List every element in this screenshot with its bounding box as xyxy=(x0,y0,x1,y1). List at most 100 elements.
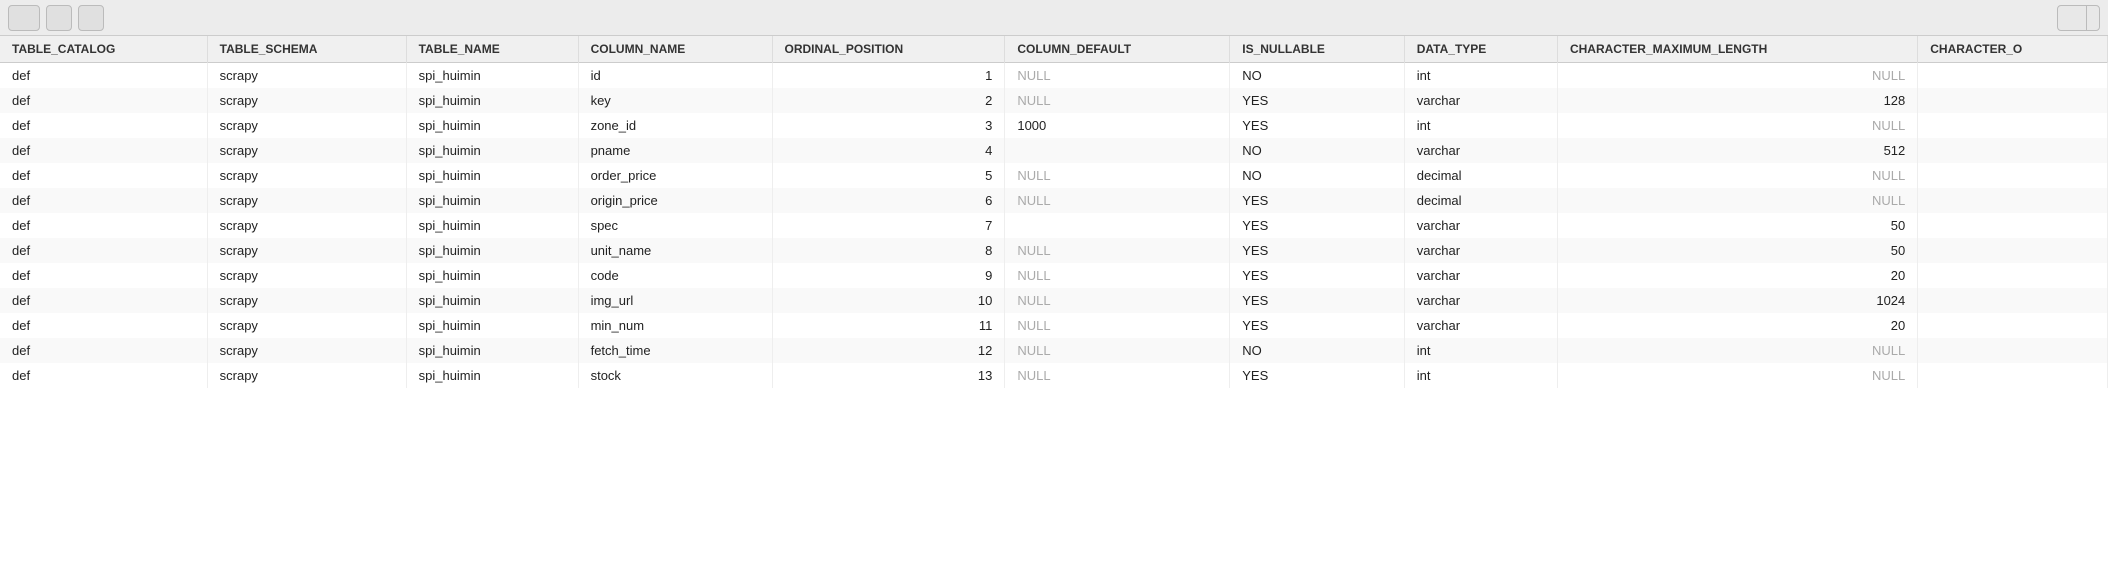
table-cell: fetch_time xyxy=(578,338,772,363)
table-cell: key xyxy=(578,88,772,113)
table-cell: 10 xyxy=(772,288,1005,313)
table-cell: def xyxy=(0,113,207,138)
table-cell: YES xyxy=(1230,238,1404,263)
table-cell: NULL xyxy=(1557,163,1917,188)
table-row[interactable]: defscrapyspi_huiminfetch_time12NULLNOint… xyxy=(0,338,2108,363)
table-cell: 1000 xyxy=(1005,113,1230,138)
table-cell: def xyxy=(0,338,207,363)
table-cell: scrapy xyxy=(207,163,406,188)
table-row[interactable]: defscrapyspi_huiminkey2NULLYESvarchar128 xyxy=(0,88,2108,113)
table-cell: int xyxy=(1404,363,1557,388)
table-cell: id xyxy=(578,63,772,89)
table-cell: YES xyxy=(1230,288,1404,313)
table-cell: int xyxy=(1404,338,1557,363)
run-selection-dropdown-button[interactable] xyxy=(2086,6,2099,30)
column-header-is-nullable: IS_NULLABLE xyxy=(1230,36,1404,63)
table-cell: int xyxy=(1404,63,1557,89)
table-cell: def xyxy=(0,263,207,288)
table-cell: scrapy xyxy=(207,288,406,313)
table-cell: spi_huimin xyxy=(406,213,578,238)
table-cell: 12 xyxy=(772,338,1005,363)
table-row[interactable]: defscrapyspi_huiminmin_num11NULLYESvarch… xyxy=(0,313,2108,338)
table-cell: varchar xyxy=(1404,313,1557,338)
table-cell: unit_name xyxy=(578,238,772,263)
table-cell: spi_huimin xyxy=(406,163,578,188)
table-cell: decimal xyxy=(1404,188,1557,213)
table-cell: YES xyxy=(1230,188,1404,213)
table-cell: varchar xyxy=(1404,263,1557,288)
table-cell: spi_huimin xyxy=(406,188,578,213)
table-cell: spi_huimin xyxy=(406,88,578,113)
run-selection-button[interactable] xyxy=(2057,5,2100,31)
table-cell xyxy=(1918,63,2108,89)
table-cell xyxy=(1918,188,2108,213)
table-cell xyxy=(1918,213,2108,238)
table-cell xyxy=(1918,138,2108,163)
table-cell: varchar xyxy=(1404,288,1557,313)
query-history-button[interactable] xyxy=(78,5,104,31)
query-favorites-button[interactable] xyxy=(46,5,72,31)
table-cell: 2 xyxy=(772,88,1005,113)
table-cell: spi_huimin xyxy=(406,113,578,138)
column-header-table-catalog: TABLE_CATALOG xyxy=(0,36,207,63)
table-cell: pname xyxy=(578,138,772,163)
table-cell: NULL xyxy=(1005,288,1230,313)
table-cell: 5 xyxy=(772,163,1005,188)
table-row[interactable]: defscrapyspi_huiminorder_price5NULLNOdec… xyxy=(0,163,2108,188)
table-cell: NULL xyxy=(1557,113,1917,138)
table-row[interactable]: defscrapyspi_huiminzone_id31000YESintNUL… xyxy=(0,113,2108,138)
table-cell: def xyxy=(0,88,207,113)
table-cell: NO xyxy=(1230,138,1404,163)
table-cell: YES xyxy=(1230,313,1404,338)
table-cell: int xyxy=(1404,113,1557,138)
table-row[interactable]: defscrapyspi_huiminstock13NULLYESintNULL xyxy=(0,363,2108,388)
results-table-container: TABLE_CATALOGTABLE_SCHEMATABLE_NAMECOLUM… xyxy=(0,36,2108,584)
table-cell: 50 xyxy=(1557,213,1917,238)
table-cell: 1024 xyxy=(1557,288,1917,313)
table-cell xyxy=(1918,363,2108,388)
table-cell: def xyxy=(0,238,207,263)
table-cell: YES xyxy=(1230,213,1404,238)
table-cell: varchar xyxy=(1404,213,1557,238)
column-header-data-type: DATA_TYPE xyxy=(1404,36,1557,63)
table-cell: NO xyxy=(1230,63,1404,89)
table-cell: decimal xyxy=(1404,163,1557,188)
gear-button[interactable] xyxy=(8,5,40,31)
table-cell xyxy=(1918,238,2108,263)
table-cell: min_num xyxy=(578,313,772,338)
table-row[interactable]: defscrapyspi_huiminid1NULLNOintNULL xyxy=(0,63,2108,89)
column-header-ordinal-position: ORDINAL_POSITION xyxy=(772,36,1005,63)
run-selection-main-button[interactable] xyxy=(2058,6,2086,30)
table-row[interactable]: defscrapyspi_huimincode9NULLYESvarchar20 xyxy=(0,263,2108,288)
table-row[interactable]: defscrapyspi_huiminunit_name8NULLYESvarc… xyxy=(0,238,2108,263)
table-cell: code xyxy=(578,263,772,288)
table-cell: NULL xyxy=(1557,338,1917,363)
table-cell: 11 xyxy=(772,313,1005,338)
table-cell xyxy=(1918,288,2108,313)
table-row[interactable]: defscrapyspi_huiminorigin_price6NULLYESd… xyxy=(0,188,2108,213)
table-cell: spec xyxy=(578,213,772,238)
table-cell xyxy=(1918,113,2108,138)
table-cell: NULL xyxy=(1005,63,1230,89)
table-cell: YES xyxy=(1230,363,1404,388)
table-cell: NULL xyxy=(1005,238,1230,263)
table-cell: NULL xyxy=(1005,313,1230,338)
table-cell: NULL xyxy=(1005,363,1230,388)
toolbar xyxy=(0,0,2108,36)
column-header-column-name: COLUMN_NAME xyxy=(578,36,772,63)
table-cell: scrapy xyxy=(207,88,406,113)
results-table: TABLE_CATALOGTABLE_SCHEMATABLE_NAMECOLUM… xyxy=(0,36,2108,388)
table-cell: 3 xyxy=(772,113,1005,138)
table-cell: stock xyxy=(578,363,772,388)
table-cell: NO xyxy=(1230,163,1404,188)
table-row[interactable]: defscrapyspi_huiminpname4NOvarchar512 xyxy=(0,138,2108,163)
table-cell: 128 xyxy=(1557,88,1917,113)
table-cell: scrapy xyxy=(207,263,406,288)
table-row[interactable]: defscrapyspi_huiminspec7YESvarchar50 xyxy=(0,213,2108,238)
table-row[interactable]: defscrapyspi_huiminimg_url10NULLYESvarch… xyxy=(0,288,2108,313)
table-cell xyxy=(1918,338,2108,363)
table-cell xyxy=(1918,263,2108,288)
column-header-character-o: CHARACTER_O xyxy=(1918,36,2108,63)
table-cell: spi_huimin xyxy=(406,63,578,89)
table-cell xyxy=(1005,138,1230,163)
